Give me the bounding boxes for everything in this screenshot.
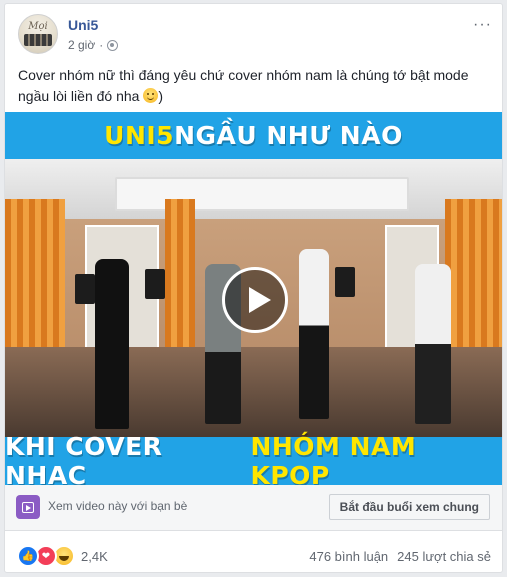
more-options-icon[interactable]: ··· (473, 16, 492, 34)
dancer (415, 264, 451, 424)
comments-count-link[interactable]: 476 bình luận (309, 549, 388, 564)
video-bottom-title-highlight: NHÓM NAM KPOP (250, 432, 417, 485)
watch-party-bar: Xem video này với bạn bè Bắt đầu buổi xe… (5, 485, 502, 531)
curtain (5, 199, 65, 369)
engagement-counts: 476 bình luận 245 lượt chia sẻ (309, 549, 491, 564)
post-header: Mọi Uni5 2 giờ · ··· (18, 14, 492, 58)
video-top-title-highlight: UNI5 (104, 121, 175, 150)
caption-end: ) (158, 88, 163, 104)
video-bottom-banner: KHI COVER NHẠC NHÓM NAM KPOP (5, 432, 502, 485)
reactions-summary[interactable]: 👍 ❤ 2,4K (17, 545, 108, 567)
speaker (145, 269, 165, 299)
globe-icon (107, 39, 119, 51)
video-top-title: NGẦU NHƯ NÀO (174, 121, 403, 150)
caption-text: Cover nhóm nữ thì đáng yêu chứ cover nhó… (18, 67, 469, 104)
video-top-banner: UNI5 NGẦU NHƯ NÀO (5, 112, 502, 159)
play-button[interactable] (222, 267, 288, 333)
reaction-count: 2,4K (81, 548, 108, 564)
post-meta: 2 giờ · (68, 38, 119, 52)
watch-party-text: Xem video này với bạn bè (48, 499, 188, 513)
smile-emoji-icon (143, 88, 159, 103)
avatar-image (24, 34, 52, 46)
speaker (75, 274, 95, 304)
page-avatar[interactable]: Mọi (18, 14, 58, 54)
post-card: Mọi Uni5 2 giờ · ··· Cover nhóm nữ thì đ… (4, 3, 503, 573)
page-name-link[interactable]: Uni5 (68, 17, 98, 33)
shares-count-link[interactable]: 245 lượt chia sẻ (397, 549, 491, 564)
curtain (165, 199, 195, 369)
play-icon (249, 287, 271, 313)
video-player[interactable]: UNI5 NGẦU NHƯ NÀO KHI COVER NHẠC NHÓM NA… (5, 112, 502, 485)
post-caption: Cover nhóm nữ thì đáng yêu chứ cover nhó… (18, 65, 488, 107)
start-watch-party-button[interactable]: Bắt đầu buổi xem chung (328, 494, 490, 520)
speaker (335, 267, 355, 297)
watch-party-icon (16, 495, 40, 519)
video-bottom-title: KHI COVER NHẠC (5, 432, 163, 485)
dancer (299, 249, 329, 419)
ceiling (5, 159, 502, 219)
like-reaction-icon: 👍 (17, 545, 39, 567)
post-time[interactable]: 2 giờ (68, 38, 95, 52)
dancer (95, 259, 129, 429)
avatar-logo-text: Mọi (28, 21, 48, 32)
post-stats: 👍 ❤ 2,4K 476 bình luận 245 lượt chia sẻ (5, 531, 502, 572)
curtain (445, 199, 502, 369)
